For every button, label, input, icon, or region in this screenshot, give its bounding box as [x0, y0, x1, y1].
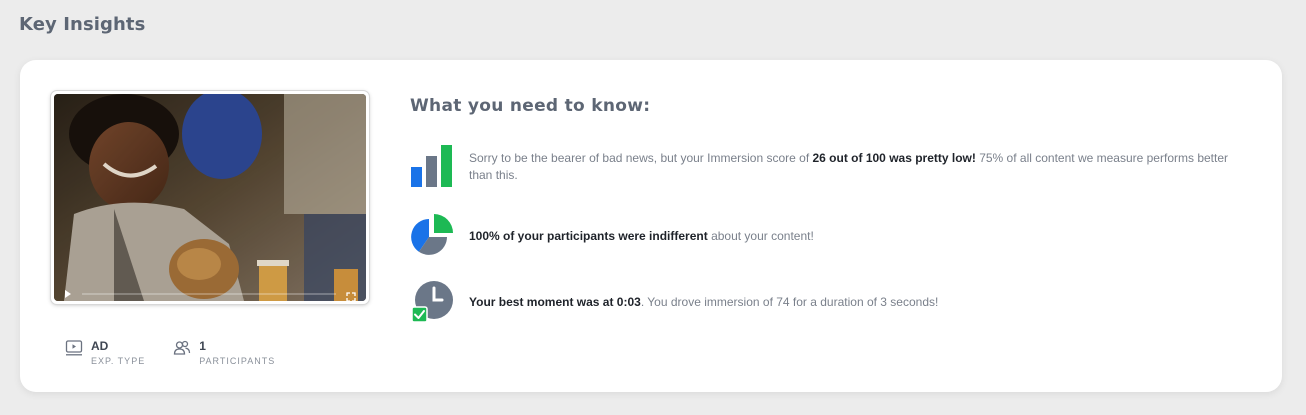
insights-heading: What you need to know: — [410, 96, 651, 116]
video-controls — [54, 287, 366, 301]
play-icon[interactable] — [64, 290, 72, 298]
participants-value: 1 — [199, 339, 206, 353]
participants-stat: 1 PARTICIPANTS — [173, 339, 275, 367]
video-thumbnail[interactable] — [54, 94, 366, 301]
exp-type-value: AD — [91, 339, 109, 353]
insights-panel: What you need to know: Sorry to be the b… — [410, 96, 1250, 323]
experience-meta: AD EXP. TYPE 1 PARTICIPANTS — [65, 339, 275, 367]
bar-chart-icon — [410, 145, 454, 189]
insight-text: Sorry to be the bearer of bad news, but … — [469, 151, 1228, 182]
fullscreen-icon[interactable] — [346, 289, 356, 301]
video-screen-icon — [65, 339, 83, 357]
insight-immersion-score: Sorry to be the bearer of bad news, but … — [410, 145, 1250, 189]
insight-text: Your best moment was at 0:03. You drove … — [469, 294, 939, 309]
participants-label: PARTICIPANTS — [199, 356, 276, 366]
insight-text: 100% of your participants were indiffere… — [469, 228, 814, 243]
video-player[interactable] — [51, 91, 369, 304]
exp-type-label: EXP. TYPE — [91, 356, 146, 366]
video-progress-bar[interactable] — [82, 293, 336, 295]
video-frame-image — [54, 94, 366, 301]
section-title: Key Insights — [19, 14, 146, 35]
insight-best-moment: Your best moment was at 0:03. You drove … — [410, 280, 1250, 324]
insight-participants: 100% of your participants were indiffere… — [410, 214, 1250, 258]
key-insights-card: AD EXP. TYPE 1 PARTICIPANTS What you nee… — [20, 60, 1282, 392]
clock-check-icon — [410, 280, 454, 324]
pie-chart-icon — [410, 214, 454, 258]
exp-type-stat: AD EXP. TYPE — [65, 339, 145, 367]
people-icon — [173, 339, 191, 357]
